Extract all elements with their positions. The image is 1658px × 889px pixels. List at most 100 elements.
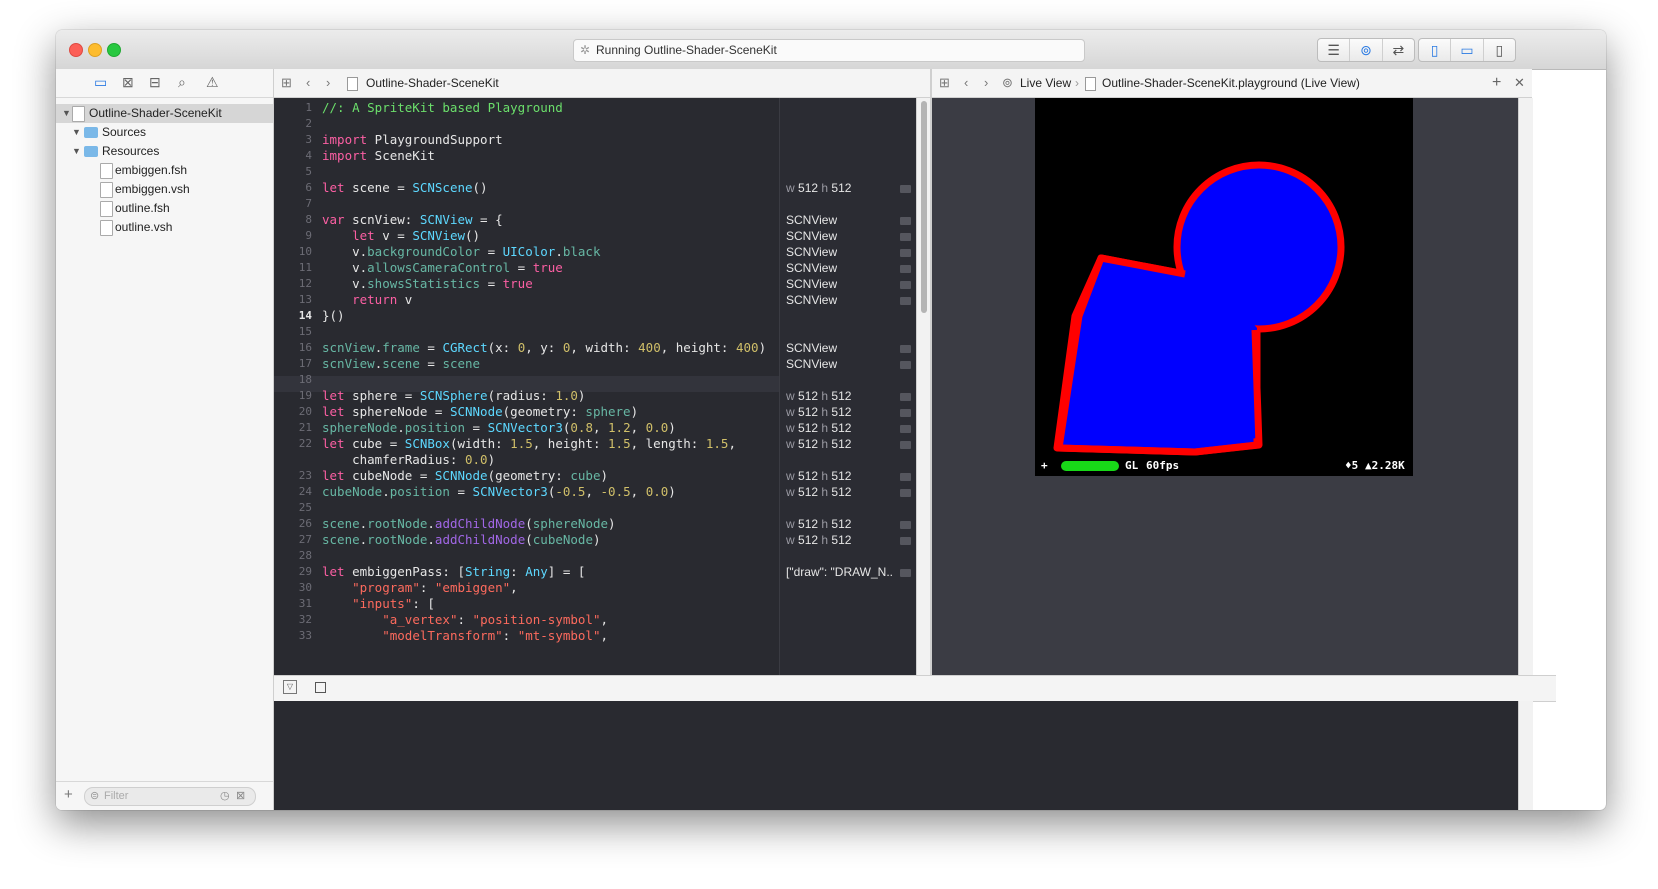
- line-number: 18: [298, 373, 312, 386]
- stop-icon[interactable]: [315, 682, 326, 693]
- result-value: ["draw": "DRAW_N...: [786, 565, 894, 579]
- forward-arrow-icon[interactable]: ›: [984, 69, 988, 97]
- assistant-editor-icon[interactable]: ⊚: [1350, 39, 1383, 61]
- code-editor[interactable]: 1 2 3 4 5 6 7 8 9 10 11 12 13 14 15 16 17 18 19 20 21 22 23 24 2…: [274, 98, 779, 675]
- filter-field[interactable]: ⊜ Filter ◷ ⊠: [84, 787, 256, 806]
- quick-look-button[interactable]: [900, 473, 911, 481]
- debug-area-toggle-icon[interactable]: ▭: [1451, 39, 1484, 61]
- line-number: 14: [298, 309, 312, 322]
- tree-item-sources[interactable]: ▼ Sources: [56, 123, 273, 142]
- hide-debug-area-icon[interactable]: ▽: [283, 680, 297, 694]
- symbol-navigator-icon[interactable]: ⊠: [122, 74, 134, 91]
- scenekit-view[interactable]: + GL 60fps ♦5 ▲2.28K: [1035, 98, 1413, 476]
- quick-look-button[interactable]: [900, 569, 911, 577]
- quick-look-button[interactable]: [900, 489, 911, 497]
- result-h: h: [821, 517, 829, 531]
- folder-icon[interactable]: ▭: [94, 74, 107, 91]
- result-h: h: [821, 437, 829, 451]
- view-toggle-group: ▯ ▭ ▯: [1418, 38, 1516, 62]
- hierarchy-icon[interactable]: ⊟: [149, 74, 161, 91]
- tree-item-embiggen-fsh[interactable]: embiggen.fsh: [56, 161, 273, 180]
- project-row[interactable]: ▼ Outline-Shader-SceneKit: [56, 104, 273, 123]
- file-icon: [100, 220, 113, 236]
- add-icon[interactable]: +: [64, 786, 73, 803]
- result-w: w: [786, 389, 795, 403]
- tree-item-embiggen-vsh[interactable]: embiggen.vsh: [56, 180, 273, 199]
- playground-file-icon: [1085, 77, 1096, 91]
- line-number: 27: [298, 533, 312, 546]
- line-number: 1: [305, 101, 312, 114]
- navigator-toggle-icon[interactable]: ▯: [1419, 39, 1452, 61]
- utilities-toggle-icon[interactable]: ▯: [1484, 39, 1515, 61]
- standard-editor-icon[interactable]: ☰: [1318, 39, 1351, 61]
- related-items-icon[interactable]: ⊞: [281, 69, 292, 97]
- code-line: v.showsStatistics = true: [322, 276, 533, 291]
- quick-look-button[interactable]: [900, 425, 911, 433]
- back-arrow-icon[interactable]: ‹: [964, 69, 968, 97]
- stats-plus[interactable]: +: [1041, 456, 1048, 476]
- quick-look-button[interactable]: [900, 345, 911, 353]
- quick-look-button[interactable]: [900, 233, 911, 241]
- result-a: 512: [798, 389, 819, 403]
- disclosure-triangle-icon[interactable]: ▼: [72, 142, 81, 161]
- disclosure-triangle-icon[interactable]: ▼: [72, 123, 81, 142]
- tree-item-outline-fsh[interactable]: outline.fsh: [56, 199, 273, 218]
- quick-look-button[interactable]: [900, 297, 911, 305]
- line-number: 8: [305, 213, 312, 226]
- line-number: 20: [298, 405, 312, 418]
- editor-scrollbar[interactable]: [916, 98, 931, 675]
- file-icon: [100, 163, 113, 179]
- zoom-button[interactable]: [107, 43, 121, 57]
- console-scrollbar[interactable]: [1518, 701, 1533, 810]
- version-editor-icon[interactable]: ⇄: [1383, 39, 1414, 61]
- result-value: w 512 h 512: [786, 485, 851, 499]
- quick-look-button[interactable]: [900, 361, 911, 369]
- result-a: 512: [798, 533, 819, 547]
- search-icon[interactable]: ⌕: [178, 74, 186, 91]
- debug-console[interactable]: [274, 701, 1518, 810]
- line-number: 16: [298, 341, 312, 354]
- recent-files-icon[interactable]: ◷: [220, 788, 230, 805]
- tree-item-resources[interactable]: ▼ Resources: [56, 142, 273, 161]
- stats-triangles: ▲2.28K: [1365, 459, 1405, 472]
- quick-look-button[interactable]: [900, 393, 911, 401]
- close-button[interactable]: [69, 43, 83, 57]
- live-view-scrollbar[interactable]: [1518, 98, 1533, 675]
- line-number: 32: [298, 613, 312, 626]
- quick-look-button[interactable]: [900, 521, 911, 529]
- quick-look-button[interactable]: [900, 265, 911, 273]
- close-editor-icon[interactable]: ✕: [1514, 69, 1525, 97]
- code-line: import PlaygroundSupport: [322, 132, 503, 147]
- quick-look-button[interactable]: [900, 441, 911, 449]
- result-value: w 512 h 512: [786, 517, 851, 531]
- result-value: SCNView: [786, 341, 838, 355]
- disclosure-triangle-icon[interactable]: ▼: [62, 104, 71, 123]
- tree-item-label: embiggen.fsh: [115, 163, 188, 177]
- line-number: 23: [298, 469, 312, 482]
- live-view-label[interactable]: Live View: [1020, 69, 1071, 97]
- forward-arrow-icon[interactable]: ›: [326, 69, 330, 97]
- line-number: 21: [298, 421, 312, 434]
- related-items-icon[interactable]: ⊞: [939, 69, 950, 97]
- stats-gl: GL: [1125, 459, 1139, 472]
- add-editor-icon[interactable]: +: [1492, 69, 1501, 97]
- tree-item-outline-vsh[interactable]: outline.vsh: [56, 218, 273, 237]
- code-line: let sphereNode = SCNNode(geometry: spher…: [322, 404, 639, 419]
- quick-look-button[interactable]: [900, 185, 911, 193]
- code-line: v.backgroundColor = UIColor.black: [322, 244, 601, 259]
- scene-render: [1053, 161, 1345, 456]
- quick-look-button[interactable]: [900, 249, 911, 257]
- result-value: SCNView: [786, 245, 838, 259]
- back-arrow-icon[interactable]: ‹: [306, 69, 310, 97]
- quick-look-button[interactable]: [900, 217, 911, 225]
- quick-look-button[interactable]: [900, 409, 911, 417]
- quick-look-button[interactable]: [900, 281, 911, 289]
- result-a: 512: [798, 421, 819, 435]
- warning-icon[interactable]: ⚠: [206, 74, 219, 91]
- live-view-file[interactable]: Outline-Shader-SceneKit.playground (Live…: [1102, 69, 1360, 97]
- minimize-button[interactable]: [88, 43, 102, 57]
- jump-file-name[interactable]: Outline-Shader-SceneKit: [366, 69, 499, 97]
- scm-filter-icon[interactable]: ⊠: [236, 788, 245, 805]
- scrollbar-thumb[interactable]: [921, 101, 927, 313]
- quick-look-button[interactable]: [900, 537, 911, 545]
